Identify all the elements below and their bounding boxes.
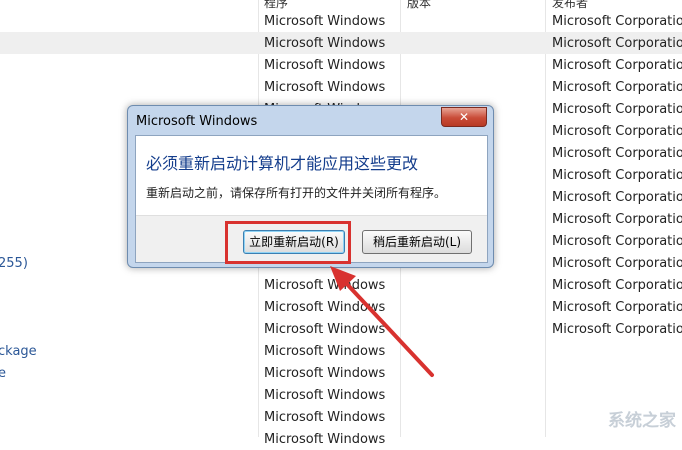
table-row[interactable]: Microsoft Windows Microsoft Corporation [0,32,682,54]
table-row[interactable]: ckage Microsoft Windows [0,340,682,362]
column-header-program[interactable]: 程序 [264,0,288,10]
row-publisher-cell: Microsoft Corporation [552,322,682,337]
row-program-cell: Microsoft Windows [264,410,386,425]
table-row[interactable]: Microsoft Windows [0,384,682,406]
close-button[interactable]: ✕ [441,107,487,127]
row-program-cell: Microsoft Windows [264,366,386,381]
row-publisher-cell: Microsoft Corporation [552,168,682,183]
row-publisher-cell: Microsoft Corporation [552,278,682,293]
table-row[interactable]: Microsoft Windows Microsoft Corporation [0,10,682,32]
row-publisher-cell: Microsoft Corporation [552,212,682,227]
row-program-cell: Microsoft Windows [264,14,386,29]
highlight-box [225,221,351,264]
row-program-cell: Microsoft Windows [264,80,386,95]
row-publisher-cell: Microsoft Corporation [552,146,682,161]
row-program-cell: Microsoft Windows [264,344,386,359]
table-row[interactable]: Microsoft Windows Microsoft Corporation [0,274,682,296]
row-publisher-cell: Microsoft Corporation [552,256,682,271]
watermark-logo: 系统之家 [608,411,676,431]
dialog-title: Microsoft Windows [136,114,258,129]
row-publisher-cell: Microsoft Corporation [552,14,682,29]
dialog-detail: 重新启动之前，请保存所有打开的文件并关闭所有程序。 [146,186,447,200]
row-program-cell: Microsoft Windows [264,322,386,337]
table-row[interactable]: Microsoft Windows Microsoft Corporation [0,296,682,318]
dialog-message: 必须重新启动计算机才能应用这些更改 [146,154,419,173]
row-program-cell: Microsoft Windows [264,300,386,315]
row-publisher-cell: Microsoft Corporation [552,234,682,249]
row-publisher-cell: Microsoft Corporation [552,124,682,139]
row-publisher-cell: Microsoft Corporation [552,80,682,95]
row-publisher-cell: Microsoft Corporation [552,102,682,117]
row-program-cell: Microsoft Windows [264,432,386,447]
table-row[interactable]: Microsoft Windows [0,428,682,450]
close-icon: ✕ [458,110,470,124]
row-program-cell: Microsoft Windows [264,278,386,293]
table-row[interactable]: Microsoft Windows Microsoft Corporation [0,76,682,98]
row-name-cell: ckage [0,344,37,359]
row-publisher-cell: Microsoft Corporation [552,36,682,51]
row-publisher-cell: Microsoft Corporation [552,58,682,73]
table-row[interactable]: Microsoft Windows Microsoft Corporation [0,54,682,76]
restart-later-button[interactable]: 稍后重新启动(L) [362,230,472,254]
row-program-cell: Microsoft Windows [264,36,386,51]
column-header-version[interactable]: 版本 [407,0,431,10]
row-program-cell: Microsoft Windows [264,388,386,403]
table-row[interactable]: e Microsoft Windows [0,362,682,384]
row-program-cell: Microsoft Windows [264,58,386,73]
column-header-publisher[interactable]: 发布者 [552,0,588,10]
table-row[interactable]: Microsoft Windows Microsoft Corporation [0,318,682,340]
row-publisher-cell: Microsoft Corporation [552,300,682,315]
row-publisher-cell: Microsoft Corporation [552,190,682,205]
table-row[interactable]: Microsoft Windows [0,406,682,428]
row-name-cell: 255) [0,256,28,271]
row-name-cell: e [0,366,6,381]
